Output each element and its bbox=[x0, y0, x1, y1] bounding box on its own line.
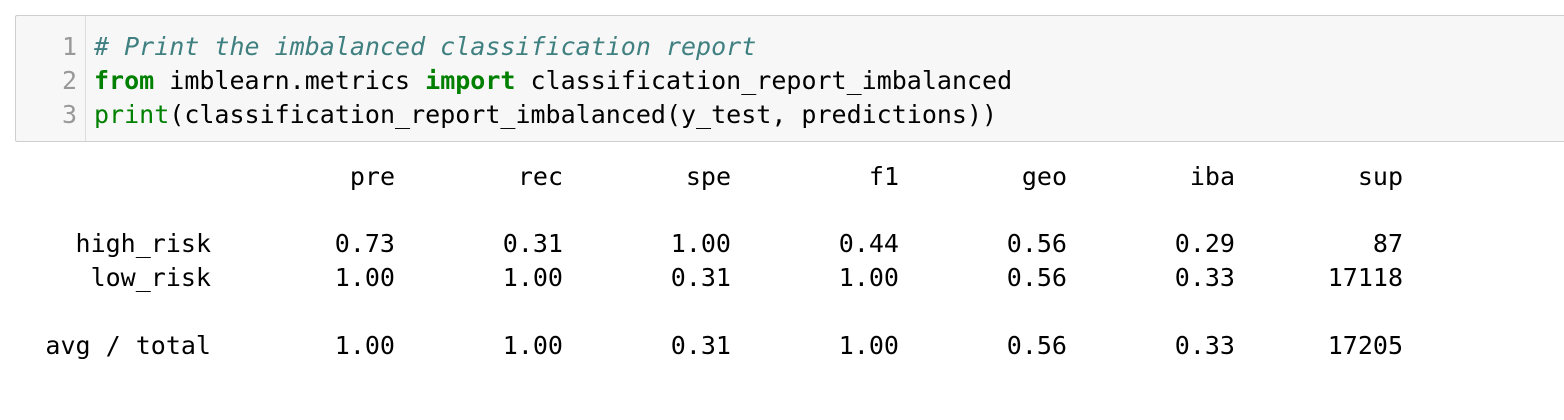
report-header-cell: f1 bbox=[868, 162, 899, 191]
report-value: 0.56 bbox=[1006, 331, 1067, 360]
report-value: 17118 bbox=[1327, 263, 1403, 292]
keyword-from: from bbox=[94, 66, 155, 95]
report-value: 87 bbox=[1372, 229, 1403, 258]
report-value: 1.00 bbox=[502, 331, 563, 360]
keyword-import: import bbox=[425, 66, 516, 95]
report-value: 1.00 bbox=[334, 331, 395, 360]
code-cell-input[interactable]: 1 2 3 # Print the imbalanced classificat… bbox=[15, 15, 1564, 142]
code-line-2[interactable]: from imblearn.metrics import classificat… bbox=[94, 64, 1012, 98]
report-row-label: low_risk bbox=[90, 263, 211, 292]
report-row: low_risk 1.00 1.00 0.31 1.00 0.56 0.33 1… bbox=[0, 261, 1564, 295]
report-value: 0.31 bbox=[502, 229, 563, 258]
imported-name: classification_report_imbalanced bbox=[515, 66, 1013, 95]
report-header-cell: geo bbox=[1021, 162, 1067, 191]
report-row-label: avg / total bbox=[45, 331, 211, 360]
report-value: 0.29 bbox=[1174, 229, 1235, 258]
print-args: (classification_report_imbalanced(y_test… bbox=[169, 100, 998, 129]
report-value: 0.73 bbox=[334, 229, 395, 258]
cell-output: pre rec spe f1 geo iba sup high_risk 0.7… bbox=[0, 150, 1564, 410]
report-header-row: pre rec spe f1 geo iba sup bbox=[0, 160, 1564, 194]
report-value: 0.33 bbox=[1174, 263, 1235, 292]
report-value: 0.31 bbox=[670, 331, 731, 360]
report-header-cell: sup bbox=[1357, 162, 1403, 191]
module-name: imblearn.metrics bbox=[154, 66, 426, 95]
code-line-1[interactable]: # Print the imbalanced classification re… bbox=[94, 30, 756, 64]
report-value: 1.00 bbox=[838, 263, 899, 292]
report-value: 0.56 bbox=[1006, 229, 1067, 258]
line-number: 1 bbox=[61, 32, 77, 61]
builtin-print: print bbox=[94, 100, 170, 129]
code-line-3[interactable]: print(classification_report_imbalanced(y… bbox=[94, 98, 997, 132]
report-value: 1.00 bbox=[502, 263, 563, 292]
report-header-cell: rec bbox=[517, 162, 563, 191]
report-header-cell: spe bbox=[685, 162, 731, 191]
report-header-cell: pre bbox=[349, 162, 395, 191]
report-header-cell: iba bbox=[1189, 162, 1235, 191]
report-value: 17205 bbox=[1327, 331, 1403, 360]
report-summary-row: avg / total 1.00 1.00 0.31 1.00 0.56 0.3… bbox=[0, 329, 1564, 363]
report-value: 1.00 bbox=[334, 263, 395, 292]
report-value: 1.00 bbox=[670, 229, 731, 258]
report-value: 0.33 bbox=[1174, 331, 1235, 360]
line-number: 3 bbox=[61, 100, 77, 129]
report-value: 0.44 bbox=[838, 229, 899, 258]
line-number-gutter: 1 2 3 bbox=[16, 16, 86, 141]
report-value: 1.00 bbox=[838, 331, 899, 360]
code-comment: # Print the imbalanced classification re… bbox=[94, 32, 757, 61]
report-row: high_risk 0.73 0.31 1.00 0.44 0.56 0.29 … bbox=[0, 227, 1564, 261]
line-number: 2 bbox=[61, 66, 77, 95]
report-value: 0.31 bbox=[670, 263, 731, 292]
report-value: 0.56 bbox=[1006, 263, 1067, 292]
report-row-label: high_risk bbox=[75, 229, 211, 258]
